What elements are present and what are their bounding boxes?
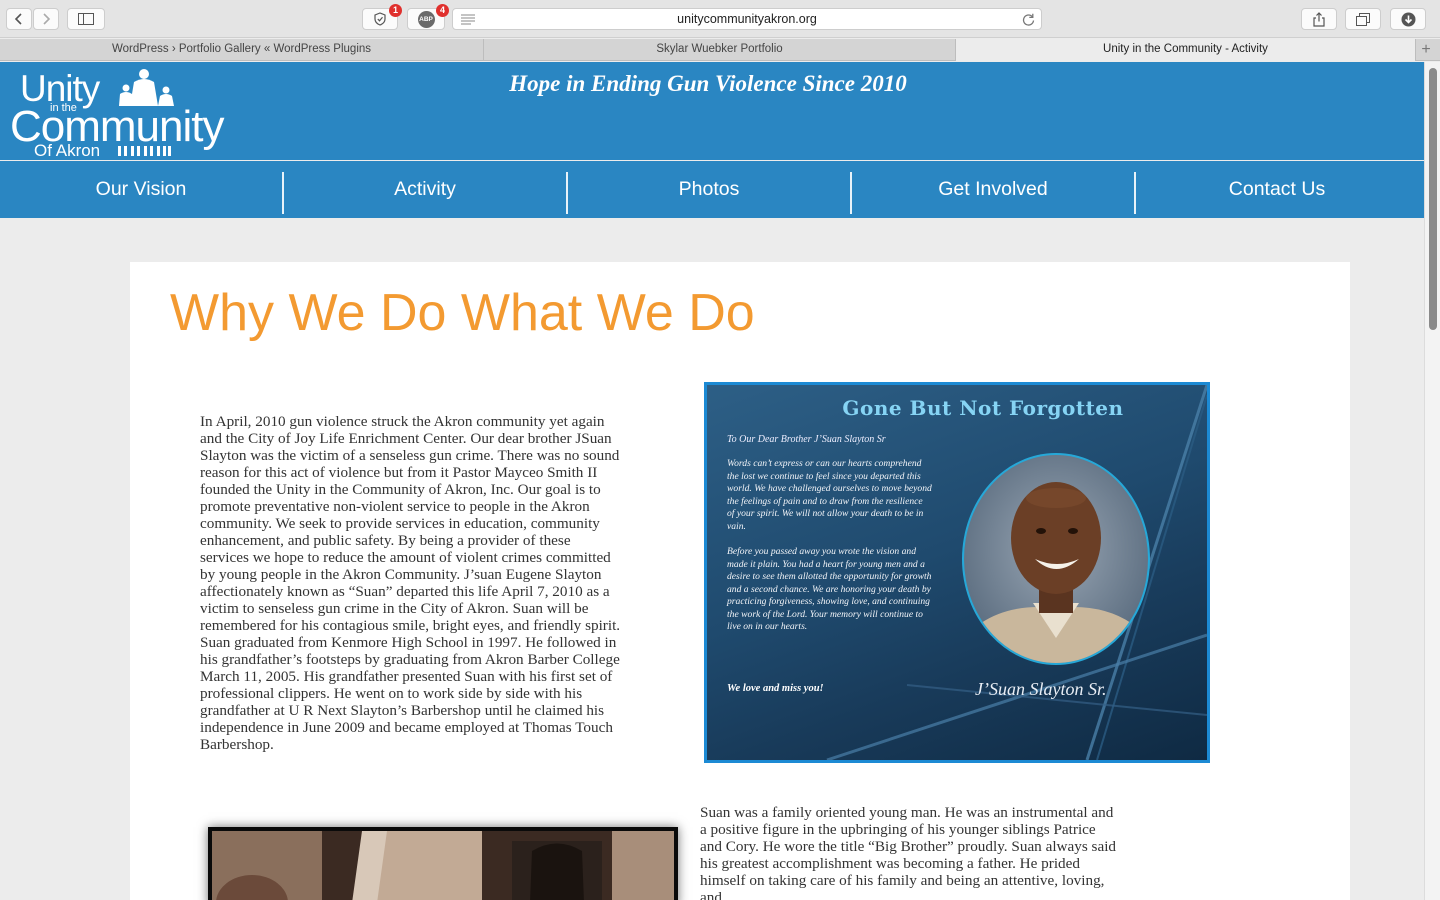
logo-figures-icon: [118, 146, 171, 156]
downloads-button[interactable]: [1390, 8, 1426, 30]
main-nav: Our Vision Activity Photos Get Involved …: [0, 161, 1424, 218]
tab-wordpress-plugins[interactable]: WordPress › Portfolio Gallery « WordPres…: [0, 39, 484, 61]
site-tagline: Hope in Ending Gun Violence Since 2010: [0, 71, 1424, 97]
page-title: Why We Do What We Do: [170, 284, 755, 342]
reload-icon[interactable]: [1022, 13, 1035, 26]
download-icon: [1401, 12, 1415, 26]
site-header: Unity in the Community Of Akron Hope in …: [0, 62, 1424, 160]
memorial-signature: J’Suan Slayton Sr.: [975, 679, 1107, 699]
memorial-image: Gone But Not Forgotten To Our Dear Broth…: [704, 382, 1210, 763]
share-icon: [1313, 11, 1325, 27]
back-button[interactable]: [6, 8, 32, 30]
tab-skylar-portfolio[interactable]: Skylar Wuebker Portfolio: [484, 39, 956, 61]
memorial-title: Gone But Not Forgotten: [842, 396, 1124, 420]
adblock-button[interactable]: ABP 4: [407, 4, 449, 30]
adblock-badge: 4: [436, 4, 449, 17]
portrait-photo: [962, 453, 1150, 665]
chevron-left-icon: [14, 13, 22, 25]
memorial-body-2: Before you passed away you wrote the vis…: [727, 546, 932, 632]
page-scrollbar[interactable]: [1424, 62, 1440, 900]
browser-toolbar: 1 ABP 4 unitycommunityakron.org: [0, 0, 1440, 38]
video-frame-image: [212, 831, 674, 900]
nav-our-vision[interactable]: Our Vision: [0, 161, 282, 218]
share-button[interactable]: [1301, 8, 1337, 30]
nav-activity[interactable]: Activity: [284, 161, 566, 218]
scrollbar-thumb[interactable]: [1429, 68, 1437, 330]
main-content: Why We Do What We Do In April, 2010 gun …: [130, 262, 1350, 900]
tabs-overview-icon: [1356, 12, 1370, 26]
new-tab-button[interactable]: +: [1418, 39, 1434, 61]
shield-icon: [374, 12, 386, 26]
plus-icon: +: [1421, 41, 1431, 58]
logo-of-akron: Of Akron: [34, 141, 101, 160]
paragraph-founding: In April, 2010 gun violence struck the A…: [200, 413, 621, 634]
privacy-badge: 1: [389, 4, 402, 17]
tagline-text: Hope in Ending Gun Violence Since 2010: [509, 71, 907, 96]
memorial-body: Words can’t express or can our hearts co…: [727, 458, 932, 647]
tab-unity-activity[interactable]: Unity in the Community - Activity: [956, 39, 1416, 61]
sidebar-icon: [78, 13, 94, 25]
adblock-icon: ABP: [417, 10, 435, 28]
nav-photos[interactable]: Photos: [568, 161, 850, 218]
video-thumbnail[interactable]: [208, 827, 678, 900]
url-text: unitycommunityakron.org: [677, 12, 817, 26]
nav-contact-us[interactable]: Contact Us: [1136, 161, 1418, 218]
forward-button[interactable]: [33, 8, 59, 30]
sidebar-button[interactable]: [67, 8, 105, 30]
story-text-right: Suan was a family oriented young man. He…: [700, 804, 1120, 900]
paragraph-family: Suan was a family oriented young man. He…: [700, 804, 1117, 900]
tab-strip: WordPress › Portfolio Gallery « WordPres…: [0, 39, 1440, 61]
tabs-overview-button[interactable]: [1345, 8, 1381, 30]
privacy-extension-button[interactable]: 1: [362, 4, 402, 30]
paragraph-education: Suan graduated from Kenmore High School …: [200, 634, 620, 753]
chevron-right-icon: [43, 13, 51, 25]
nav-get-involved[interactable]: Get Involved: [852, 161, 1134, 218]
address-bar[interactable]: unitycommunityakron.org: [452, 8, 1042, 30]
story-text-left: In April, 2010 gun violence struck the A…: [200, 413, 622, 753]
memorial-body-1: Words can’t express or can our hearts co…: [727, 458, 932, 532]
memorial-greeting: To Our Dear Brother J’Suan Slayton Sr: [727, 434, 886, 445]
memorial-closing: We love and miss you!: [727, 683, 824, 694]
